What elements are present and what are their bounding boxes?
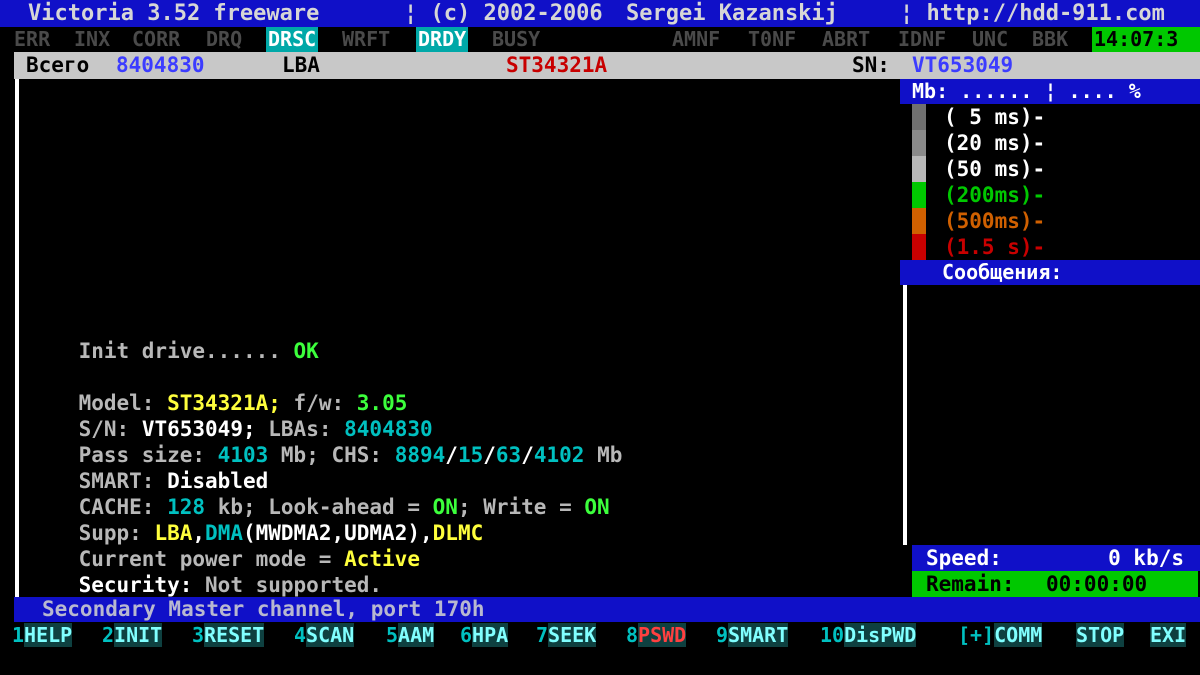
init-label: Init drive...... [78, 339, 281, 363]
fkey-pswd[interactable]: 8PSWD [626, 622, 687, 648]
legend-swatch [912, 234, 926, 260]
remain-value: 00:00:00 [1046, 572, 1148, 596]
chs-unit: Mb [597, 443, 623, 467]
drive-info-bar: Всего 8404830 LBA ST34321A SN: VT653049 [14, 52, 1200, 79]
ata-register-flags: ERR INX CORR DRQ DRSC WRFT DRDY BUSY AMN… [0, 27, 1200, 52]
flag-inx: INX [74, 27, 111, 51]
fkey-smart[interactable]: 9SMART [716, 622, 789, 648]
legend-swatch [912, 130, 926, 156]
fkey-seek[interactable]: 7SEEK [536, 622, 597, 648]
speed-label: Speed: [926, 546, 1002, 570]
fkey-stop[interactable]: STOP [1076, 622, 1125, 648]
legend-swatch [912, 208, 926, 234]
speed-readout: Speed: 0 kb/s [912, 545, 1200, 571]
sn-label: SN: [852, 53, 890, 77]
legend-label: ( 5 ms)- [944, 105, 1046, 129]
chs-cylinders: 8894 [394, 443, 446, 467]
init-status: OK [293, 339, 319, 363]
chs-sectors: 63 [495, 443, 522, 467]
chs-heads: 15 [457, 443, 484, 467]
fkey-help[interactable]: 1HELP [12, 622, 73, 648]
function-key-bar: 1HELP 2INIT 3RESET 4SCAN 5AAM 6HPA 7SEEK… [0, 622, 1200, 648]
flag-busy: BUSY [492, 27, 541, 51]
legend-label: (20 ms)- [944, 131, 1046, 155]
flag-bbk: BBK [1032, 27, 1069, 51]
legend-label: (50 ms)- [944, 157, 1046, 181]
copyright: ¦ (c) 2002-2006 [404, 1, 603, 26]
remain-label: Remain: [926, 572, 1015, 596]
fkey-hpa[interactable]: 6HPA [460, 622, 509, 648]
remaining-time: Remain: 00:00:00 [912, 571, 1198, 597]
legend-label: (1.5 s)- [944, 235, 1046, 259]
flag-t0nf: T0NF [748, 27, 797, 51]
flag-idnf: IDNF [898, 27, 947, 51]
flag-amnf: AMNF [672, 27, 721, 51]
author: Sergei Kazanskij [626, 1, 838, 26]
website-url: ¦ http://hdd-911.com [900, 1, 1165, 26]
flag-drq: DRQ [206, 27, 243, 51]
security-value: Not supported. [205, 573, 383, 597]
security-label: Security: [78, 573, 193, 597]
fkey-exit[interactable]: EXI [1150, 622, 1187, 648]
chs-size: 4102 [533, 443, 585, 467]
main-panel-left-border [15, 79, 19, 597]
messages-header: Сообщения: [900, 260, 1200, 285]
scan-progress-header: Mb: ...... ¦ .... % [900, 79, 1200, 104]
app-title: Victoria 3.52 freeware [28, 1, 320, 26]
channel-status: Secondary Master channel, port 170h [14, 597, 1200, 622]
flag-abrt: ABRT [822, 27, 871, 51]
legend-swatch [912, 182, 926, 208]
flag-drsc: DRSC [266, 27, 319, 52]
legend-swatch [912, 156, 926, 182]
title-bar: Victoria 3.52 freeware ¦ (c) 2002-2006 S… [0, 0, 1200, 27]
fkey-init[interactable]: 2INIT [102, 622, 163, 648]
sn-value: VT653049 [912, 53, 1014, 77]
fkey-comm[interactable]: [+]COMM [958, 622, 1043, 648]
legend-swatch [912, 104, 926, 130]
clock: 14:07:3 [1092, 27, 1200, 52]
total-value: 8404830 [116, 53, 205, 77]
legend-label: (200ms)- [944, 183, 1046, 207]
fkey-reset[interactable]: 3RESET [192, 622, 265, 648]
flag-unc: UNC [972, 27, 1009, 51]
addressing-mode: LBA [282, 53, 320, 77]
flag-err: ERR [14, 27, 51, 51]
fkey-scan[interactable]: 4SCAN [294, 622, 355, 648]
supp-dlmc: DLMC [432, 521, 484, 545]
flag-corr: CORR [132, 27, 181, 51]
total-label: Всего [26, 53, 90, 77]
messages-panel-left-border [903, 285, 907, 545]
flag-wrft: WRFT [342, 27, 391, 51]
fkey-dispwd[interactable]: 10DisPWD [820, 622, 917, 648]
model-name: ST34321A [506, 53, 608, 77]
fkey-aam[interactable]: 5AAM [386, 622, 435, 648]
write-value: ON [584, 495, 610, 519]
speed-value: 0 kb/s [1108, 546, 1184, 570]
pass-size-unit: Mb; CHS: [280, 443, 383, 467]
flag-drdy: DRDY [416, 27, 469, 52]
legend-label: (500ms)- [944, 209, 1046, 233]
